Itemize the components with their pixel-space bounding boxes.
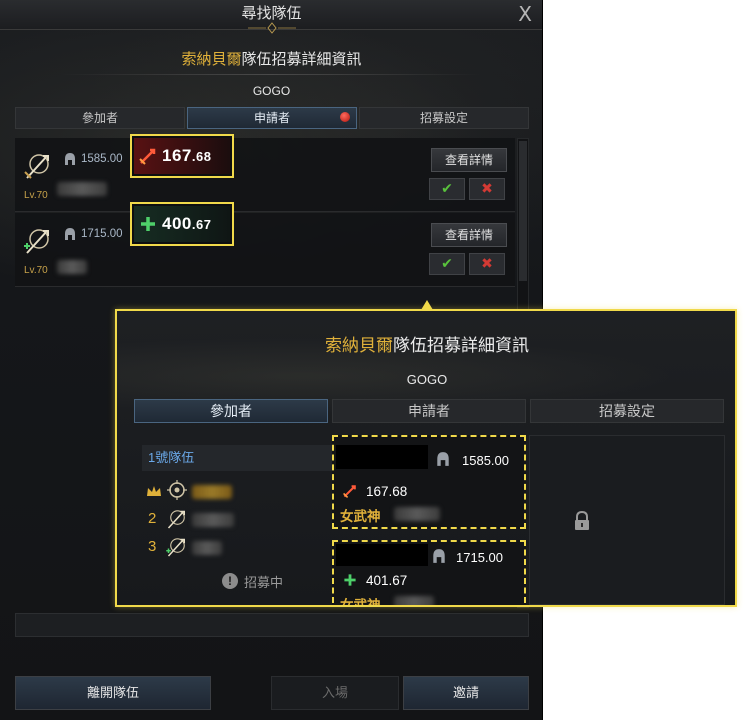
stat-value-decimal: .67 xyxy=(191,217,212,232)
title-ornament-icon xyxy=(248,22,296,34)
overlay-raid-name: 索納貝爾 xyxy=(325,336,393,355)
crown-icon xyxy=(147,486,161,496)
title-divider xyxy=(60,74,480,75)
tab-participants[interactable]: 參加者 xyxy=(15,107,185,129)
applicant-slot[interactable]: 1715.00 401.67 女武神 xyxy=(332,540,526,607)
accept-button[interactable]: ✔ xyxy=(429,178,465,200)
overlay-tab-participants[interactable]: 參加者 xyxy=(134,399,328,423)
notification-dot-icon xyxy=(340,112,350,122)
redacted-name xyxy=(336,445,428,469)
scroll-thumb[interactable] xyxy=(519,141,527,281)
reject-button[interactable]: ✖ xyxy=(469,178,505,200)
applicant-row: Lv.70 1715.00 查看詳情 ✔ ✖ xyxy=(15,213,515,287)
overlay-party-name: GOGO xyxy=(406,372,448,387)
stat-highlight-box: 167.68 xyxy=(130,134,234,178)
tab-recruit-settings[interactable]: 招募設定 xyxy=(359,107,529,129)
redacted-name xyxy=(336,544,428,566)
stat-value: 167.68 xyxy=(162,146,211,166)
lock-icon xyxy=(575,511,589,530)
member-number: 2 xyxy=(148,510,157,527)
slot-name-blurred xyxy=(394,596,434,605)
helmet-icon xyxy=(437,452,449,466)
applicant-gear-score: 1715.00 xyxy=(81,228,123,240)
slot-class-name: 女武神 xyxy=(340,598,381,607)
zoomed-detail-panel: 索納貝爾隊伍招募詳細資訊 GOGO 參加者 申請者 招募設定 1號隊伍 2 3 … xyxy=(115,309,737,607)
plus-icon xyxy=(141,217,155,231)
recruit-title-text: 隊伍招募詳細資訊 xyxy=(241,51,362,68)
overlay-tab-applicants[interactable]: 申請者 xyxy=(332,399,526,423)
overlay-tab-recruit-settings[interactable]: 招募設定 xyxy=(530,399,724,423)
applicant-name-blurred xyxy=(57,260,87,274)
member-number: 3 xyxy=(148,538,157,555)
overlay-tab-bar: 參加者 申請者 招募設定 xyxy=(134,399,724,423)
party-header: 1號隊伍 xyxy=(142,445,332,471)
window-title: 尋找隊伍 xyxy=(241,5,302,22)
view-details-button[interactable]: 查看詳情 xyxy=(431,148,507,172)
applicant-row: Lv.70 1585.00 查看詳情 ✔ ✖ xyxy=(15,138,515,212)
party-member-row[interactable]: 2 xyxy=(142,507,332,533)
tab-bar: 參加者 申請者 招募設定 xyxy=(15,107,529,129)
accept-button[interactable]: ✔ xyxy=(429,253,465,275)
locked-slot-area xyxy=(529,435,725,605)
helmet-icon xyxy=(65,228,75,240)
member-name-blurred xyxy=(192,485,232,499)
stat-value-decimal: .68 xyxy=(191,149,212,164)
slot-gear-score: 1585.00 xyxy=(462,453,509,468)
helmet-icon xyxy=(433,549,445,563)
helmet-icon xyxy=(65,153,75,165)
overlay-recruit-title-text: 隊伍招募詳細資訊 xyxy=(393,336,529,355)
slot-gear-score: 1715.00 xyxy=(456,550,503,565)
leave-party-button[interactable]: 離開隊伍 xyxy=(15,676,211,710)
party-name: GOGO xyxy=(252,84,291,98)
valkyrie-class-icon xyxy=(166,538,185,557)
enter-button[interactable]: 入場 xyxy=(271,676,399,710)
party-member-row[interactable]: 3 xyxy=(142,535,332,561)
bottom-action-bar: 離開隊伍 入場 邀請 xyxy=(15,676,529,710)
member-name-blurred xyxy=(192,513,234,527)
slot-class-name: 女武神 xyxy=(340,509,381,524)
sword-icon xyxy=(343,485,356,498)
applicant-level: Lv.70 xyxy=(24,190,48,201)
recruit-title: 索納貝爾隊伍招募詳細資訊 xyxy=(0,48,542,69)
view-details-button[interactable]: 查看詳情 xyxy=(431,223,507,247)
valkyrie-class-icon xyxy=(167,510,185,529)
party-member-list: 1號隊伍 2 3 ! 招募中 xyxy=(142,445,332,600)
applicant-slot[interactable]: 1585.00 167.68 女武神 xyxy=(332,435,526,529)
plus-icon xyxy=(344,574,356,586)
stat-highlight-box: 400.67 xyxy=(130,202,234,246)
stat-value-main: 400 xyxy=(162,214,192,233)
member-name-blurred xyxy=(192,541,222,555)
recruiting-status: 招募中 xyxy=(244,575,284,590)
slot-stat-value: 167.68 xyxy=(366,484,408,499)
reject-button[interactable]: ✖ xyxy=(469,253,505,275)
party-member-row[interactable] xyxy=(142,479,332,505)
stat-value-main: 167 xyxy=(162,146,192,165)
gunner-class-icon xyxy=(167,480,187,500)
tab-applicants[interactable]: 申請者 xyxy=(187,107,357,129)
stat-value: 400.67 xyxy=(162,214,211,234)
info-icon: ! xyxy=(222,573,238,589)
raid-name: 索納貝爾 xyxy=(181,51,242,68)
close-button[interactable]: X xyxy=(518,2,532,26)
party-list-strip xyxy=(15,613,529,637)
tab-recruit-settings-label: 招募設定 xyxy=(419,111,468,125)
invite-button[interactable]: 邀請 xyxy=(403,676,529,710)
slot-stat-value: 401.67 xyxy=(366,573,408,588)
tab-applicants-label: 申請者 xyxy=(253,111,290,125)
valkyrie-class-icon xyxy=(24,229,49,254)
valkyrie-class-icon xyxy=(24,154,49,179)
tab-participants-label: 參加者 xyxy=(81,111,118,125)
applicant-name-blurred xyxy=(57,182,107,196)
overlay-recruit-title: 索納貝爾隊伍招募詳細資訊 xyxy=(117,331,735,356)
slot-name-blurred xyxy=(394,507,440,521)
applicant-level: Lv.70 xyxy=(24,265,48,276)
sword-icon xyxy=(139,148,156,165)
applicant-gear-score: 1585.00 xyxy=(81,153,123,165)
